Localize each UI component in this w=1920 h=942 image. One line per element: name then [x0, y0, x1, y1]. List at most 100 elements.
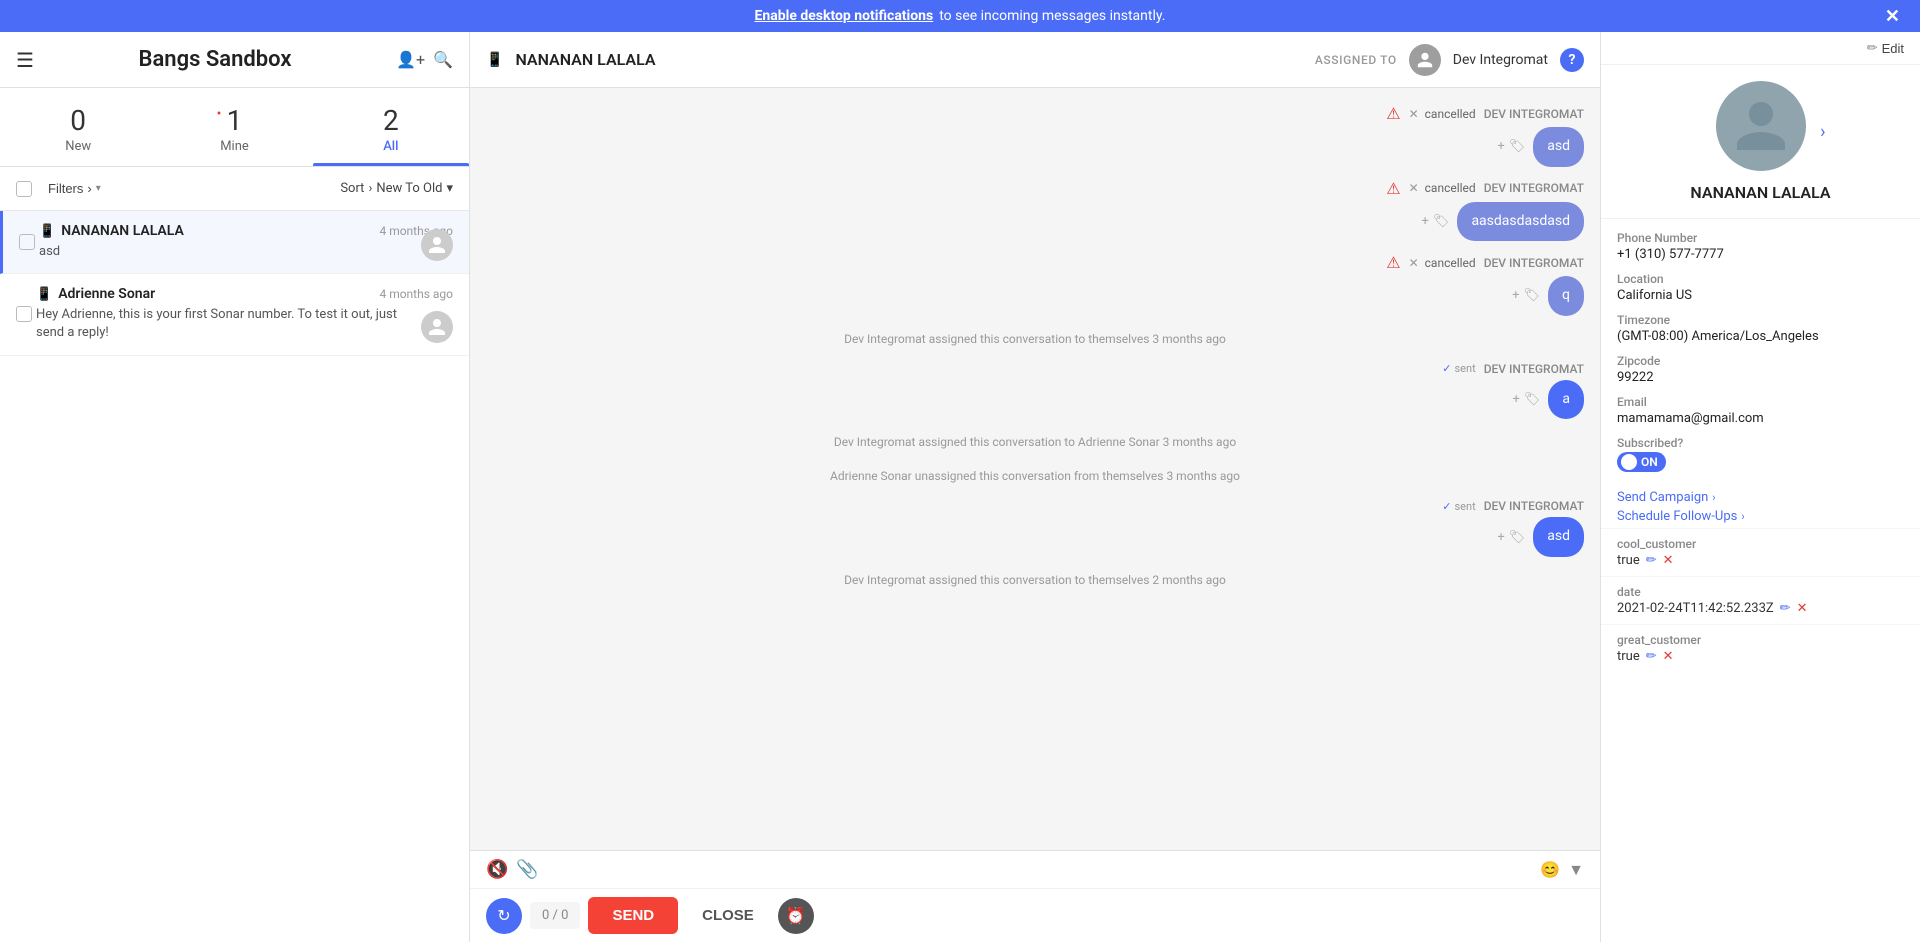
plus-icon[interactable]: + — [1497, 530, 1504, 545]
zipcode-detail: Zipcode 99222 — [1617, 354, 1904, 385]
expand-contact-icon[interactable]: › — [1820, 122, 1825, 143]
tab-new-count: 0 — [0, 104, 156, 137]
system-message: Dev Integromat assigned this conversatio… — [486, 328, 1584, 350]
cancel-x-icon[interactable]: ✕ — [1409, 256, 1419, 270]
phone-value: +1 (310) 577-7777 — [1617, 247, 1904, 262]
avatar — [421, 311, 453, 343]
system-message: Adrienne Sonar unassigned this conversat… — [486, 465, 1584, 487]
tab-mine[interactable]: 1 Mine — [156, 96, 312, 166]
msg-sender: DEV INTEGROMAT — [1484, 107, 1584, 121]
sort-button[interactable]: Sort › New To Old ▾ — [340, 181, 453, 196]
contact-card: › NANANAN LALALA — [1601, 65, 1920, 219]
chat-header: 📱 NANANAN LALALA ASSIGNED TO Dev Integro… — [470, 32, 1600, 88]
error-icon: ⚠ — [1386, 104, 1400, 123]
mobile-icon: 📱 — [36, 287, 52, 302]
msg-sender: DEV INTEGROMAT — [1484, 362, 1584, 376]
msg-status-sent: ✓ sent — [1442, 362, 1475, 375]
field-delete-icon[interactable]: ✕ — [1663, 649, 1674, 664]
tab-new[interactable]: 0 New — [0, 96, 156, 166]
field-value: true — [1617, 649, 1640, 664]
toggle-circle — [1621, 454, 1637, 470]
conversation-item[interactable]: 📱 NANANAN LALALA 4 months ago asd — [0, 211, 469, 274]
close-button[interactable]: CLOSE — [686, 897, 770, 934]
filters-chevron: › — [87, 181, 91, 196]
tag-icon[interactable]: 🏷 — [1433, 214, 1450, 229]
notification-bar: Enable desktop notifications to see inco… — [0, 0, 1920, 32]
field-name: date — [1617, 585, 1904, 599]
sidebar-header: ☰ Bangs Sandbox 👤+ 🔍 — [0, 32, 469, 88]
field-edit-icon[interactable]: ✏ — [1646, 553, 1657, 568]
tag-icon[interactable]: 🏷 — [1524, 288, 1541, 303]
plus-icon[interactable]: + — [1422, 214, 1429, 229]
help-icon[interactable]: ? — [1560, 48, 1584, 72]
location-label: Location — [1617, 272, 1904, 286]
filters-button[interactable]: Filters › ▾ — [40, 177, 109, 200]
mobile-icon: 📱 — [39, 224, 55, 239]
email-detail: Email mamamama@gmail.com — [1617, 395, 1904, 426]
brand-name: Bangs Sandbox — [46, 47, 384, 72]
field-edit-icon[interactable]: ✏ — [1780, 601, 1791, 616]
menu-icon[interactable]: ☰ — [16, 48, 34, 72]
tab-new-label: New — [0, 139, 156, 154]
tag-icon[interactable]: 🏷 — [1509, 139, 1526, 154]
conv-preview: Hey Adrienne, this is your first Sonar n… — [36, 306, 453, 342]
message-bubble: q — [1548, 276, 1584, 316]
send-campaign-link[interactable]: Send Campaign › — [1617, 490, 1904, 505]
message-group: ⚠ ✕ cancelled DEV INTEGROMAT + 🏷 — [486, 104, 1584, 167]
field-delete-icon[interactable]: ✕ — [1663, 553, 1674, 568]
chat-area: 📱 NANANAN LALALA ASSIGNED TO Dev Integro… — [470, 32, 1600, 942]
chat-toolbar: 🔇 📎 😊 ▼ — [470, 851, 1600, 889]
tag-icon[interactable]: 🏷 — [1524, 392, 1541, 407]
notif-text: to see incoming messages instantly. — [939, 8, 1165, 24]
custom-field-cool-customer: cool_customer true ✏ ✕ — [1601, 528, 1920, 576]
message-group: ✓ sent DEV INTEGROMAT + 🏷 asd — [486, 499, 1584, 557]
search-icon[interactable]: 🔍 — [433, 50, 453, 69]
msg-status-cancelled: ✕ cancelled — [1409, 256, 1476, 270]
scroll-down-icon[interactable]: ▼ — [1568, 860, 1584, 880]
right-panel-header: ✏ Edit — [1601, 32, 1920, 65]
edit-button[interactable]: ✏ Edit — [1867, 40, 1904, 56]
field-edit-icon[interactable]: ✏ — [1646, 649, 1657, 664]
chat-contact-name: NANANAN LALALA — [515, 50, 655, 69]
subscribed-toggle[interactable]: ON — [1617, 452, 1666, 472]
notif-close-icon[interactable]: ✕ — [1885, 6, 1900, 27]
plus-icon[interactable]: + — [1512, 288, 1519, 303]
custom-field-great-customer: great_customer true ✏ ✕ — [1601, 624, 1920, 672]
conversation-item[interactable]: 📱 Adrienne Sonar 4 months ago Hey Adrien… — [0, 274, 469, 355]
cancel-x-icon[interactable]: ✕ — [1409, 181, 1419, 195]
field-delete-icon[interactable]: ✕ — [1797, 601, 1808, 616]
add-user-icon[interactable]: 👤+ — [396, 50, 425, 69]
notif-link[interactable]: Enable desktop notifications — [755, 8, 934, 24]
plus-icon[interactable]: + — [1497, 139, 1504, 154]
plus-icon[interactable]: + — [1512, 392, 1519, 407]
snooze-icon[interactable]: ⏰ — [778, 898, 814, 934]
conv-checkbox[interactable] — [19, 234, 35, 250]
select-all-checkbox[interactable] — [16, 181, 32, 197]
attachment-icon[interactable]: 📎 — [516, 859, 538, 880]
subscribed-detail: Subscribed? ON — [1617, 436, 1904, 474]
mute-icon[interactable]: 🔇 — [486, 859, 508, 880]
msg-sender: DEV INTEGROMAT — [1484, 181, 1584, 195]
conv-checkbox[interactable] — [16, 306, 32, 322]
sidebar: ☰ Bangs Sandbox 👤+ 🔍 0 New 1 Mine 2 All — [0, 32, 470, 942]
schedule-followups-link[interactable]: Schedule Follow-Ups › — [1617, 509, 1904, 524]
message-bubble: asd — [1533, 517, 1584, 557]
msg-sender: DEV INTEGROMAT — [1484, 499, 1584, 513]
send-button[interactable]: SEND — [588, 897, 678, 934]
conv-time: 4 months ago — [379, 287, 453, 301]
contact-actions: Send Campaign › Schedule Follow-Ups › — [1601, 486, 1920, 528]
tab-all[interactable]: 2 All — [313, 96, 469, 166]
refresh-icon[interactable]: ↻ — [486, 898, 522, 934]
send-campaign-arrow-icon: › — [1712, 491, 1715, 504]
system-message: Dev Integromat assigned this conversatio… — [486, 569, 1584, 591]
emoji-icon[interactable]: 😊 — [1540, 860, 1560, 879]
cancel-x-icon[interactable]: ✕ — [1409, 107, 1419, 121]
msg-tag-icons: + 🏷 — [1497, 139, 1525, 154]
tag-icon[interactable]: 🏷 — [1509, 530, 1526, 545]
tab-row: 0 New 1 Mine 2 All — [0, 88, 469, 167]
conversation-list: 📱 NANANAN LALALA 4 months ago asd 📱 Adri… — [0, 211, 469, 942]
timezone-label: Timezone — [1617, 313, 1904, 327]
location-detail: Location California US — [1617, 272, 1904, 303]
sort-separator: › — [368, 181, 372, 196]
schedule-followups-arrow-icon: › — [1741, 510, 1744, 523]
